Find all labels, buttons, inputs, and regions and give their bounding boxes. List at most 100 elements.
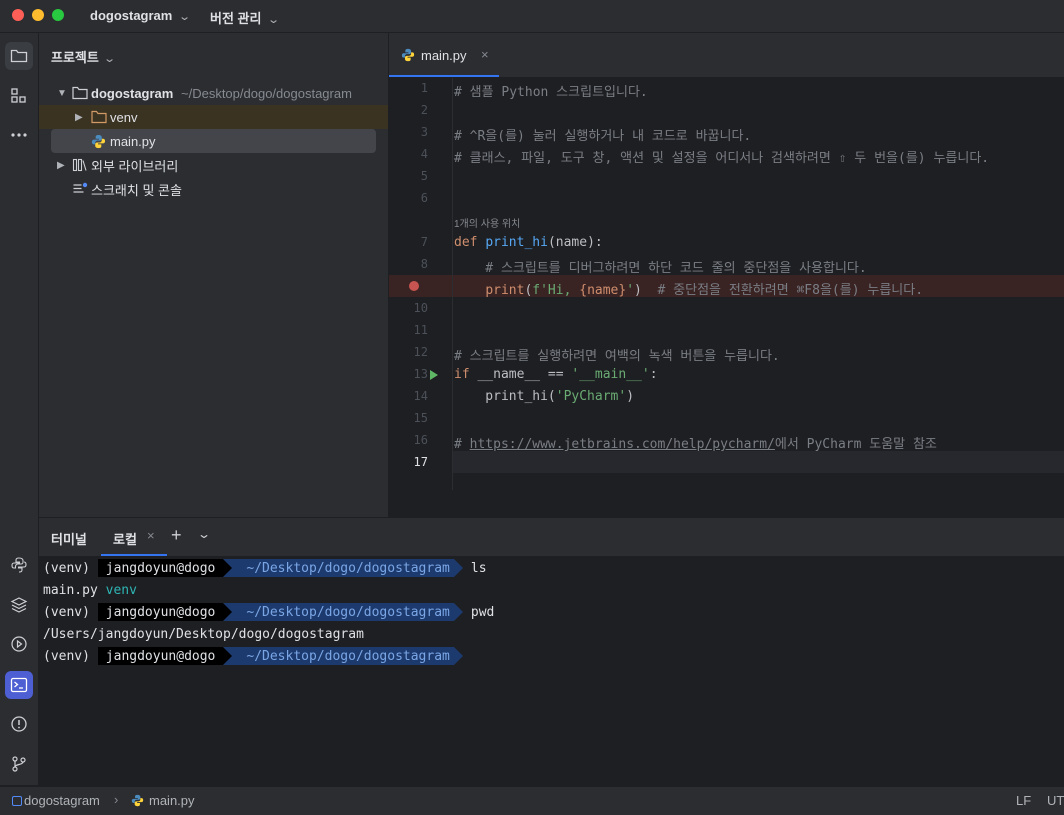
tree-item-label: venv	[110, 109, 138, 125]
terminal-command: pwd	[470, 604, 495, 620]
project-panel: 프로젝트 ⌄ ▼ dogostagram ~/Desktop/dogo/dogos…	[39, 33, 389, 517]
folder-icon	[91, 110, 107, 124]
terminal-icon	[10, 677, 28, 693]
code-text: (name):	[547, 235, 603, 250]
status-bar: dogostagram › main.py LF UT	[0, 786, 1064, 815]
code-builtin: print	[485, 283, 525, 298]
active-tab-indicator	[389, 75, 499, 77]
prompt-user: jangdoyun@dogo	[97, 647, 224, 665]
editor-tab-bar: main.py ×	[389, 33, 1064, 78]
code-comment: 에서 PyCharm 도움말 참조	[774, 437, 937, 452]
terminal-output-line: main.py venv	[43, 579, 137, 601]
structure-tool-button[interactable]	[5, 82, 33, 110]
breadcrumb-file[interactable]: main.py	[149, 793, 195, 808]
tree-item-main-py[interactable]: main.py	[51, 129, 376, 153]
structure-icon	[11, 88, 26, 103]
code-comment: #	[454, 437, 470, 452]
line-number: 12	[413, 345, 428, 359]
close-tab-icon[interactable]: ×	[481, 47, 489, 62]
code-line-16: # https://www.jetbrains.com/help/pycharm…	[454, 433, 937, 452]
output-dir: venv	[105, 582, 137, 598]
folder-icon	[72, 86, 88, 100]
python-file-icon	[131, 794, 144, 807]
code-string: 'PyCharm'	[555, 389, 627, 404]
run-services-icon	[11, 636, 27, 652]
new-terminal-plus-icon[interactable]: +	[171, 525, 182, 546]
tree-item-label: 외부 라이브러리	[91, 158, 179, 174]
library-icon	[72, 158, 87, 172]
maximize-window-button[interactable]	[52, 9, 64, 21]
encoding-indicator[interactable]: UT	[1047, 793, 1064, 808]
chevron-down-icon[interactable]: ⌄	[197, 527, 211, 541]
code-line-12: # 스크립트를 실행하려면 여백의 녹색 버튼을 누릅니다.	[454, 349, 780, 364]
python-packages-button[interactable]	[5, 591, 33, 619]
breadcrumb-project[interactable]: dogostagram	[24, 793, 100, 808]
line-number: 5	[420, 169, 428, 183]
close-tab-icon[interactable]: ×	[147, 528, 155, 543]
prompt-path: ~/Desktop/dogo/dogostagram	[232, 559, 454, 577]
tab-terminal-local[interactable]: 로컬 ×	[101, 518, 167, 556]
project-switcher[interactable]: dogostagram ⌄	[90, 8, 192, 23]
project-tool-button[interactable]	[5, 42, 33, 70]
code-line-4: # 클래스, 파일, 도구 창, 액션 및 설정을 어디서나 검색하려면 ⇧ 두…	[454, 151, 990, 166]
terminal-title: 터미널	[51, 532, 87, 547]
tab-label: main.py	[421, 48, 467, 63]
title-bar: dogostagram ⌄ 버전 관리 ⌄	[0, 0, 1064, 33]
chevron-down-icon: ⌄	[178, 11, 192, 23]
terminal-tool-button[interactable]	[5, 671, 33, 699]
code-line-8: # 스크립트를 디버그하려면 하단 코드 줄의 중단점을 사용합니다.	[454, 261, 867, 276]
chevron-down-icon: ▼	[57, 87, 67, 99]
code-string: '__main__'	[571, 367, 650, 382]
code-text: print_hi(	[454, 389, 556, 404]
code-line-1: # 샘플 Python 스크립트입니다.	[454, 85, 648, 100]
line-number: 1	[420, 81, 428, 95]
services-button[interactable]	[5, 630, 33, 658]
line-number: 15	[413, 411, 428, 425]
folder-icon	[10, 49, 28, 63]
problems-tool-button[interactable]	[5, 710, 33, 738]
prompt-user: jangdoyun@dogo	[97, 603, 224, 621]
python-console-button[interactable]	[5, 551, 33, 579]
terminal-header: 터미널 로컬 × + ⌄	[39, 518, 1064, 556]
terminal-output-line: /Users/jangdoyun/Desktop/dogo/dogostagra…	[43, 626, 364, 642]
line-number: 11	[413, 323, 428, 337]
tree-item-project-root[interactable]: ▼ dogostagram ~/Desktop/dogo/dogostagram	[39, 81, 388, 105]
minimize-window-button[interactable]	[32, 9, 44, 21]
project-panel-title: 프로젝트	[51, 50, 99, 65]
line-number: 16	[413, 433, 428, 447]
line-number: 4	[420, 147, 428, 161]
git-tool-button[interactable]	[5, 750, 33, 778]
line-separator-indicator[interactable]: LF	[1016, 793, 1031, 808]
line-number: 2	[420, 103, 428, 117]
venv-prefix: (venv)	[43, 648, 98, 664]
more-tools-button[interactable]	[5, 121, 33, 149]
line-number: 14	[413, 389, 428, 403]
tool-window-stripe	[0, 33, 39, 785]
git-branch-icon	[12, 756, 26, 772]
close-window-button[interactable]	[12, 9, 24, 21]
code-line-9: print(f'Hi, {name}') # 중단점을 전환하려면 ⌘F8을(를…	[454, 279, 923, 298]
chevron-right-icon: ▶	[57, 159, 65, 171]
tree-item-venv[interactable]: ▶ venv	[39, 105, 388, 129]
run-gutter-icon[interactable]	[429, 369, 439, 381]
breakpoint-icon[interactable]	[409, 281, 419, 291]
tree-item-scratches[interactable]: 스크래치 및 콘솔	[39, 177, 388, 201]
usage-hint[interactable]: 1개의 사용 위치	[454, 215, 520, 230]
terminal-output[interactable]: (venv) jangdoyun@dogo ~/Desktop/dogo/dogo…	[39, 556, 1064, 785]
code-editor[interactable]: 1 2 3 4 5 6 7 8 10 11 12 13 14 15 16 17 …	[389, 78, 1064, 517]
line-number: 17	[413, 455, 428, 469]
code-string: f'Hi,	[532, 283, 580, 298]
line-number: 7	[420, 235, 428, 249]
code-text: __name__ ==	[469, 367, 572, 382]
line-number: 6	[420, 191, 428, 205]
help-link[interactable]: https://www.jetbrains.com/help/pycharm/	[470, 437, 775, 452]
vcs-menu[interactable]: 버전 관리 ⌄	[210, 8, 281, 27]
editor-gutter[interactable]: 1 2 3 4 5 6 7 8 10 11 12 13 14 15 16 17	[389, 78, 453, 490]
current-line-highlight	[452, 451, 1064, 473]
tree-item-external-libraries[interactable]: ▶ 외부 라이브러리	[39, 153, 388, 177]
prompt-user: jangdoyun@dogo	[97, 559, 224, 577]
chevron-right-icon: ▶	[75, 111, 83, 123]
python-file-icon	[91, 134, 106, 148]
tab-main-py[interactable]: main.py ×	[389, 33, 499, 77]
project-panel-header[interactable]: 프로젝트 ⌄	[51, 47, 116, 66]
